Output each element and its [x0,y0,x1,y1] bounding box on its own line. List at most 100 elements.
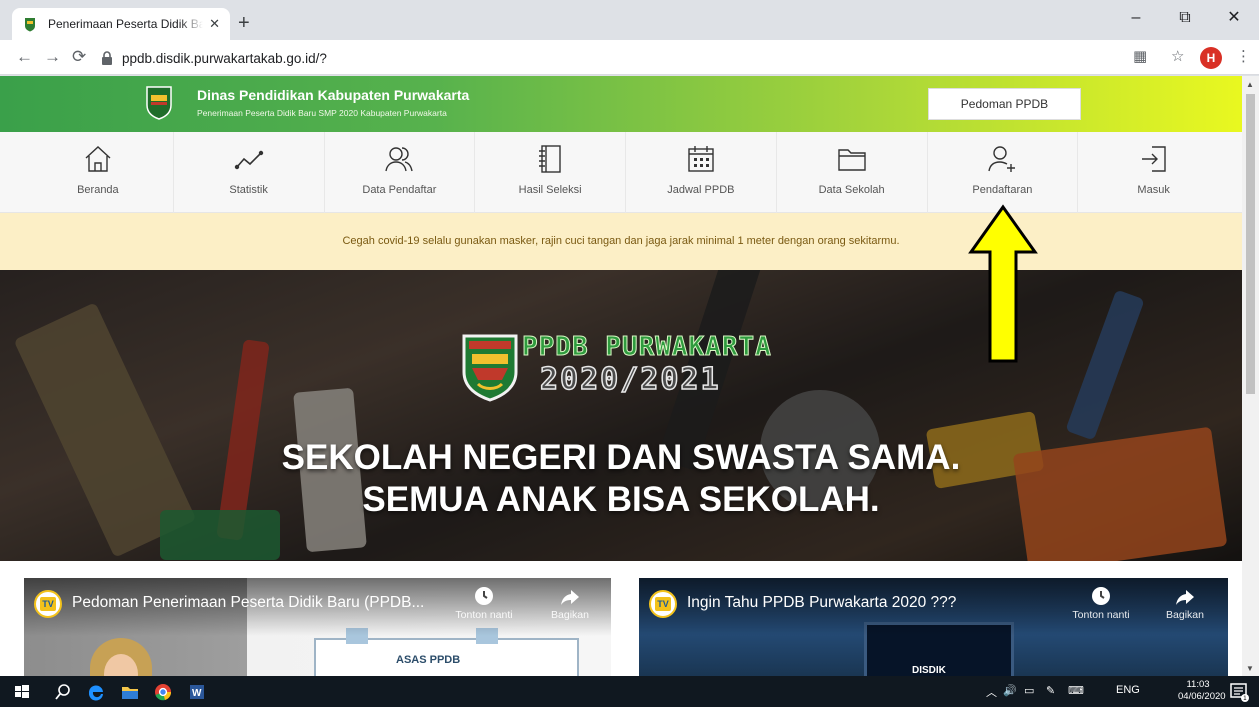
video-pedoman-ppdb[interactable]: ASAS PPDB TV Pedoman Penerimaan Peserta … [24,578,611,676]
edge-browser-icon[interactable] [85,681,107,703]
watch-later-button[interactable]: Tonton nanti [1071,586,1131,621]
nav-item-data-sekolah[interactable]: Data Sekolah [777,132,928,213]
translate-icon[interactable]: ▦ [1133,48,1147,66]
url-text: ppdb.disdik.purwakartakab.go.id/? [122,50,327,66]
home-icon [85,146,111,172]
forward-arrow-icon[interactable]: → [44,47,61,67]
battery-icon[interactable]: ▭ [1024,684,1034,697]
pen-icon[interactable]: ✎ [1046,684,1055,697]
nav-label: Pendaftaran [972,184,1033,196]
minimize-icon[interactable]: – [1113,6,1159,30]
windows-start-icon[interactable] [11,681,33,703]
file-explorer-icon[interactable] [119,681,141,703]
back-arrow-icon[interactable]: ← [16,47,33,67]
watch-later-label: Tonton nanti [1072,609,1130,621]
address-bar-row: ← → ⟳ ppdb.disdik.purwakartakab.go.id/? … [0,40,1259,75]
pedoman-ppdb-button[interactable]: Pedoman PPDB [928,88,1081,120]
notification-center-icon[interactable]: 1 [1228,681,1250,703]
slide-title: ASAS PPDB [396,654,461,666]
trend-line-icon [234,150,263,170]
language-indicator[interactable]: ENG [1116,684,1140,696]
browser-tab-strip: Penerimaan Peserta Didik Baru SMP ✕ + – … [0,0,1259,40]
browser-tab[interactable]: Penerimaan Peserta Didik Baru SMP ✕ [12,8,230,40]
windows-taskbar: W ︿ 🔊 ▭ ✎ ⌨ ENG 11:03 04/06/2020 1 [0,676,1259,707]
covid-notice: Cegah covid-19 selalu gunakan masker, ra… [0,213,1242,270]
restore-icon[interactable]: ⧉ [1162,6,1208,30]
volume-icon[interactable]: 🔊 [1003,684,1017,697]
hero-brand-year: 2020/2021 [539,361,721,398]
nav-label: Statistik [229,184,268,196]
word-icon[interactable]: W [186,681,208,703]
nav-label: Jadwal PPDB [667,184,735,196]
watch-later-label: Tonton nanti [455,609,513,621]
scrollbar-thumb[interactable] [1246,94,1255,394]
share-arrow-icon [561,590,579,605]
hero-tagline-1: SEKOLAH NEGERI DAN SWASTA SAMA. [281,438,961,477]
users-icon [385,147,414,172]
clock-icon [475,587,493,605]
nav-label: Beranda [77,184,119,196]
yellow-up-arrow-icon [968,204,1038,363]
site-title: Dinas Pendidikan Kabupaten Purwakarta [197,87,470,103]
purwakarta-crest-icon [462,334,518,402]
nav-label: Data Sekolah [818,184,885,196]
omnibox[interactable]: ppdb.disdik.purwakartakab.go.id/? [100,45,1110,71]
clock-date: 04/06/2020 [1178,691,1226,702]
tab-title: Penerimaan Peserta Didik Baru SMP [48,17,204,31]
nav-item-beranda[interactable]: Beranda [23,132,174,213]
nav-label: Masuk [1137,184,1170,196]
nav-label: Data Pendaftar [362,184,437,196]
nav-item-jadwal-ppdb[interactable]: Jadwal PPDB [626,132,777,213]
video-title[interactable]: Pedoman Penerimaan Peserta Didik Baru (P… [72,594,424,612]
bookmark-star-icon[interactable]: ☆ [1171,48,1184,66]
share-button[interactable]: Bagikan [540,586,600,621]
site-subtitle: Penerimaan Peserta Didik Baru SMP 2020 K… [197,108,447,118]
login-icon [1141,146,1166,172]
scroll-up-icon[interactable]: ▲ [1246,80,1254,89]
channel-avatar[interactable]: TV [34,590,62,618]
new-tab-icon[interactable]: + [238,12,250,34]
channel-avatar[interactable]: TV [649,590,677,618]
main-nav: Beranda Statistik Data Pendaftar Hasil S… [0,132,1242,213]
user-plus-icon [988,146,1016,172]
chrome-icon[interactable] [152,681,174,703]
hero-banner: PPDB PURWAKARTA 2020/2021 SEKOLAH NEGERI… [0,270,1242,561]
share-label: Bagikan [1166,609,1204,621]
nav-item-hasil-seleksi[interactable]: Hasil Seleksi [475,132,626,213]
close-window-icon[interactable]: ✕ [1211,6,1257,30]
channel-label: TV [40,597,56,611]
purwakarta-logo-icon [146,86,172,120]
watch-later-button[interactable]: Tonton nanti [454,586,514,621]
share-arrow-icon [1176,590,1194,605]
tray-chevron-icon[interactable]: ︿ [986,684,997,700]
screen-text: DISDIK [912,665,946,676]
profile-avatar[interactable]: H [1200,47,1222,69]
nav-item-masuk[interactable]: Masuk [1078,132,1229,213]
video-title[interactable]: Ingin Tahu PPDB Purwakarta 2020 ??? [687,594,956,612]
hero-brand-title: PPDB PURWAKARTA [522,332,772,363]
menu-kebab-icon[interactable]: ⋮ [1236,48,1251,66]
reload-icon[interactable]: ⟳ [72,47,86,67]
clock-icon [1092,587,1110,605]
nav-item-statistik[interactable]: Statistik [174,132,325,213]
nav-item-data-pendaftar[interactable]: Data Pendaftar [325,132,476,213]
page-scrollbar[interactable]: ▲ ▼ [1242,76,1259,676]
video-ingin-tahu-ppdb[interactable]: DISDIK TV Ingin Tahu PPDB Purwakarta 202… [639,578,1228,676]
notebook-icon [539,145,561,173]
folder-icon [837,149,866,171]
system-clock[interactable]: 11:03 04/06/2020 [1178,679,1226,703]
keyboard-icon[interactable]: ⌨ [1068,684,1084,697]
search-icon[interactable] [52,681,74,703]
channel-label: TV [655,597,671,611]
hero-tagline-2: SEMUA ANAK BISA SEKOLAH. [362,480,880,519]
calendar-icon [688,146,714,172]
slide-thumbnail: ASAS PPDB [314,628,579,676]
lock-icon [102,51,112,65]
nav-item-pendaftaran[interactable]: Pendaftaran [928,132,1079,213]
tab-close-icon[interactable]: ✕ [209,16,220,32]
share-label: Bagikan [551,609,589,621]
page-viewport: Dinas Pendidikan Kabupaten Purwakarta Pe… [0,76,1242,676]
share-button[interactable]: Bagikan [1155,586,1215,621]
nav-label: Hasil Seleksi [518,184,582,196]
scroll-down-icon[interactable]: ▼ [1246,664,1254,673]
